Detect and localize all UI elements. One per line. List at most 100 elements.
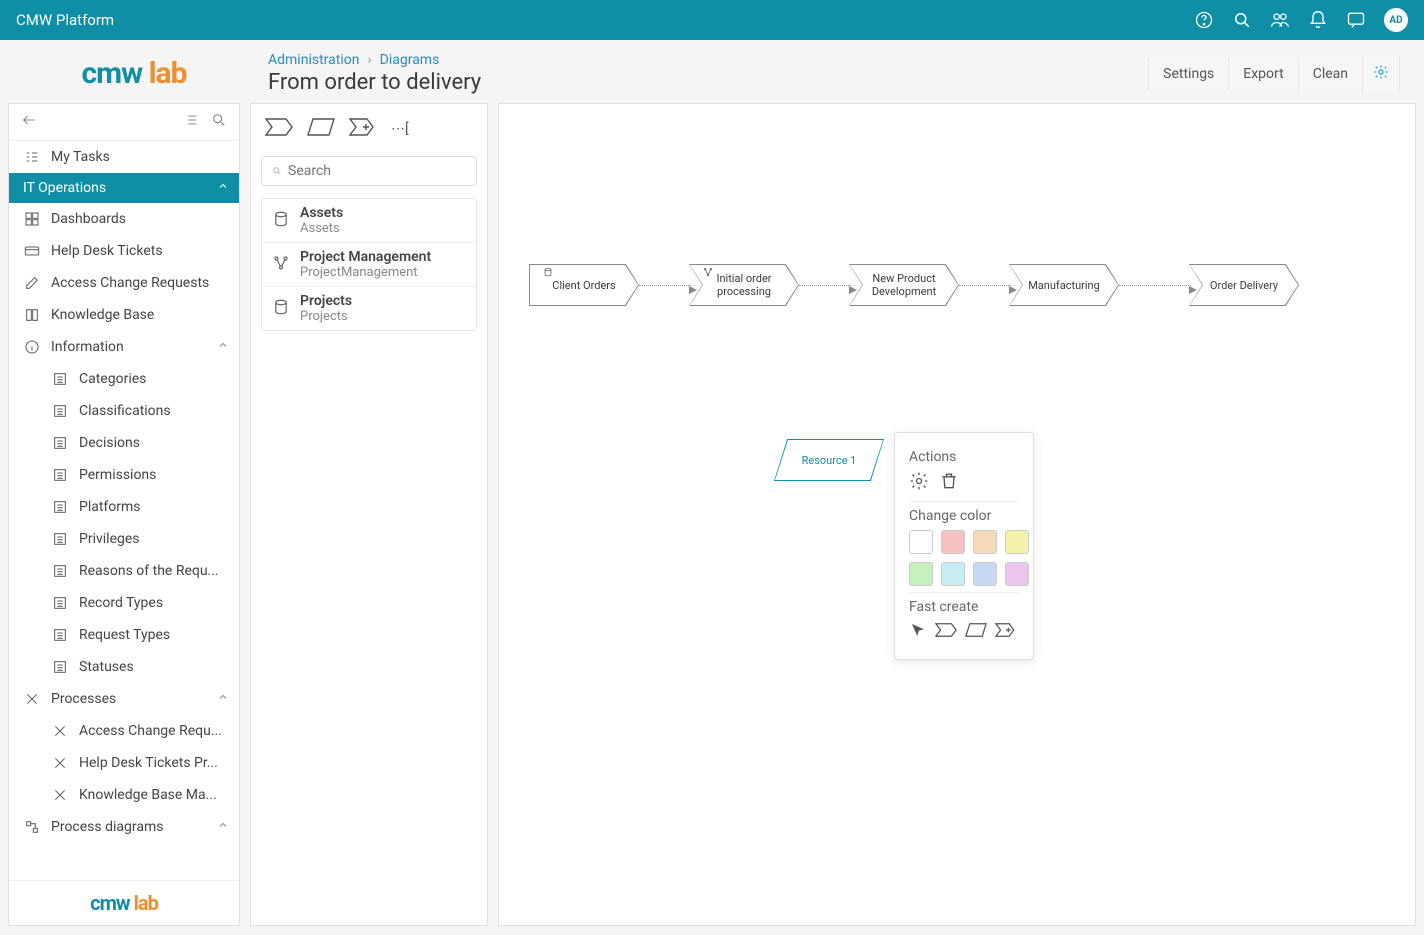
nav-list[interactable]: My Tasks IT Operations Dashboards Help Desk… xyxy=(9,141,239,880)
chevron-shape-icon[interactable] xyxy=(935,623,957,641)
asset-item[interactable]: ProjectsProjects xyxy=(262,287,476,330)
asset-item[interactable]: Project ManagementProjectManagement xyxy=(262,243,476,287)
bell-icon[interactable] xyxy=(1308,10,1328,30)
sidebar-item[interactable]: Help Desk Tickets xyxy=(9,235,239,267)
asset-subtitle: ProjectManagement xyxy=(300,265,431,280)
sidebar-item[interactable]: Dashboards xyxy=(9,203,239,235)
asset-item[interactable]: AssetsAssets xyxy=(262,199,476,243)
ticket-icon xyxy=(23,242,41,260)
breadcrumb-admin[interactable]: Administration xyxy=(268,52,359,68)
sidebar-item[interactable]: Process diagrams xyxy=(9,811,239,843)
sidebar-item-label: Dashboards xyxy=(51,211,225,227)
connector xyxy=(799,285,851,286)
color-swatch[interactable] xyxy=(941,562,965,586)
diagram-node[interactable]: Order Delivery xyxy=(1189,264,1299,306)
gear-icon[interactable] xyxy=(909,471,929,495)
clean-button[interactable]: Clean xyxy=(1298,58,1362,90)
color-swatch[interactable] xyxy=(909,530,933,554)
book-icon xyxy=(23,306,41,324)
chat-icon[interactable] xyxy=(1346,10,1366,30)
search-input[interactable] xyxy=(288,163,466,179)
list-icon xyxy=(51,466,69,484)
more-shapes-icon[interactable]: ⋯[ xyxy=(391,121,409,137)
sidebar-item-label: Help Desk Tickets Pr... xyxy=(79,755,225,771)
asset-title: Assets xyxy=(300,205,343,221)
search-icon[interactable] xyxy=(211,112,227,132)
settings-button[interactable]: Settings xyxy=(1148,58,1228,90)
color-swatch[interactable] xyxy=(941,530,965,554)
add-shape-icon[interactable] xyxy=(995,623,1017,641)
sidebar-item[interactable]: Information xyxy=(9,331,239,363)
export-button[interactable]: Export xyxy=(1228,58,1297,90)
list-icon xyxy=(51,434,69,452)
node-label: Order Delivery xyxy=(1190,265,1298,305)
search-icon[interactable] xyxy=(1232,10,1252,30)
sidebar-item[interactable]: Platforms xyxy=(9,491,239,523)
diagram-node[interactable]: New Product Development xyxy=(849,264,959,306)
sidebar-item[interactable]: Permissions xyxy=(9,459,239,491)
sidebar-item[interactable]: Request Types xyxy=(9,619,239,651)
sidebar-item[interactable]: Statuses xyxy=(9,651,239,683)
diagram-node[interactable]: Initial order processing xyxy=(689,264,799,306)
sidebar-item[interactable]: Access Change Requ... xyxy=(9,715,239,747)
sidebar-item[interactable]: Knowledge Base xyxy=(9,299,239,331)
sidebar-item-label: My Tasks xyxy=(51,149,225,165)
sidebar-item[interactable]: Knowledge Base Ma... xyxy=(9,779,239,811)
header-area: cmw lab Administration › Diagrams From o… xyxy=(0,40,1424,103)
asset-icon xyxy=(272,210,290,232)
sidebar-item-label: Platforms xyxy=(79,499,225,515)
sidebar-item[interactable]: Reasons of the Requ... xyxy=(9,555,239,587)
add-chevron-shape-icon[interactable] xyxy=(349,118,377,140)
sidebar-item[interactable]: Categories xyxy=(9,363,239,395)
diagram-node[interactable]: Manufacturing xyxy=(1009,264,1119,306)
color-swatch[interactable] xyxy=(909,562,933,586)
topbar: CMW Platform AD xyxy=(0,0,1424,40)
database-icon xyxy=(543,267,553,280)
avatar[interactable]: AD xyxy=(1384,8,1408,32)
color-swatch[interactable] xyxy=(973,530,997,554)
parallelogram-shape-icon[interactable] xyxy=(307,118,335,140)
color-label: Change color xyxy=(909,508,1019,524)
breadcrumb: Administration › Diagrams xyxy=(268,52,1124,68)
node-label: Resource 1 xyxy=(775,440,883,480)
gear-icon[interactable] xyxy=(1362,56,1400,92)
sidebar-item[interactable]: Privileges xyxy=(9,523,239,555)
color-swatch[interactable] xyxy=(1005,530,1029,554)
sidebar-footer: cmw lab xyxy=(9,880,239,925)
sidebar-item-label: Process diagrams xyxy=(51,819,225,835)
color-swatch[interactable] xyxy=(973,562,997,586)
trash-icon[interactable] xyxy=(939,471,959,495)
sidebar-item[interactable]: Record Types xyxy=(9,587,239,619)
connector xyxy=(1119,285,1191,286)
sidebar-item[interactable]: Processes xyxy=(9,683,239,715)
sidebar-item[interactable]: Decisions xyxy=(9,427,239,459)
app-title: CMW Platform xyxy=(16,11,114,29)
sidebar-item[interactable]: My Tasks xyxy=(9,141,239,173)
sidebar-item[interactable]: Classifications xyxy=(9,395,239,427)
parallelogram-shape-icon[interactable] xyxy=(965,623,987,641)
sidebar-item-label: Access Change Requests xyxy=(51,275,225,291)
process-icon xyxy=(51,754,69,772)
header-actions: Settings Export Clean xyxy=(1148,56,1400,92)
help-icon[interactable] xyxy=(1194,10,1214,30)
sidebar-item-label: Permissions xyxy=(79,467,225,483)
breadcrumb-diagrams[interactable]: Diagrams xyxy=(380,52,440,68)
sidebar-item[interactable]: Access Change Requests xyxy=(9,267,239,299)
pointer-icon[interactable] xyxy=(909,621,927,643)
color-swatch[interactable] xyxy=(1005,562,1029,586)
diagram-canvas[interactable]: Client Orders Initial order processing New… xyxy=(498,103,1416,926)
node-label: Manufacturing xyxy=(1010,265,1118,305)
sidebar-item[interactable]: IT Operations xyxy=(9,173,239,203)
list-icon xyxy=(51,658,69,676)
palette-search[interactable] xyxy=(261,156,477,186)
chevron-shape-icon[interactable] xyxy=(265,118,293,140)
sidebar-item-label: Reasons of the Requ... xyxy=(79,563,225,579)
list-icon[interactable] xyxy=(183,112,199,132)
chevron-up-icon xyxy=(217,819,229,835)
users-icon[interactable] xyxy=(1270,10,1290,30)
diagram-node[interactable]: Client Orders xyxy=(529,264,639,306)
resource-node[interactable]: Resource 1 xyxy=(774,439,884,481)
sidebar-item[interactable]: Help Desk Tickets Pr... xyxy=(9,747,239,779)
collapse-icon[interactable] xyxy=(21,112,37,132)
main-layout: My Tasks IT Operations Dashboards Help Desk… xyxy=(0,103,1424,926)
